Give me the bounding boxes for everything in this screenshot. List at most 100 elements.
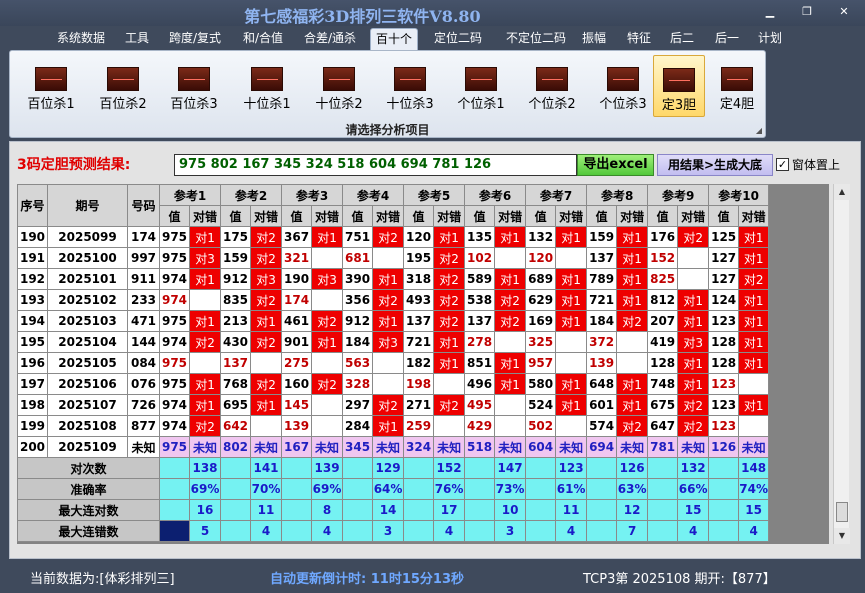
ribbon-button[interactable]: 个位杀3: [590, 55, 656, 117]
stats-value-cell: 15: [677, 499, 710, 521]
value-header: 值: [281, 205, 313, 227]
check-cell: 对2: [433, 310, 466, 332]
unknown-cell: 未知: [555, 436, 588, 458]
value-cell: 137: [586, 247, 618, 269]
chart-icon: [721, 67, 753, 91]
row-number: 997: [127, 247, 160, 269]
ribbon-button[interactable]: 定3胆: [653, 55, 705, 117]
check-cell: [616, 331, 649, 353]
table-row[interactable]: 198 2025107 726 974 对1 695 对1 145 297 对2 271 对2 495 5…: [17, 394, 770, 416]
stats-value-cell: 11: [250, 499, 283, 521]
value-cell: 430: [220, 331, 252, 353]
stats-value-cell: 14: [372, 499, 405, 521]
value-header: 值: [159, 205, 190, 227]
ribbon-button[interactable]: 个位杀2: [519, 55, 585, 117]
menu-item[interactable]: 特征: [620, 28, 658, 50]
value-cell: 642: [220, 415, 252, 437]
table-row[interactable]: 196 2025105 084 975 137 275 563 182 对1 851 对1 957 13…: [17, 352, 770, 374]
table-row[interactable]: 199 2025108 877 974 对2 642 139 284 对1 259 429 502 57…: [17, 415, 770, 437]
generate-base-button[interactable]: 用结果>生成大底: [657, 154, 773, 176]
ribbon-button[interactable]: 百位杀3: [161, 55, 227, 117]
row-number: 726: [127, 394, 160, 416]
table-row[interactable]: 194 2025103 471 975 对1 213 对1 461 对2 912 对1 137 对2 13…: [17, 310, 770, 332]
check-cell: 对1: [555, 394, 588, 416]
table-row[interactable]: 190 2025099 174 975 对1 175 对2 367 对1 751 对2 120 对1 13…: [17, 226, 770, 248]
menu-item[interactable]: 工具: [119, 28, 155, 50]
ribbon-button[interactable]: 定4胆: [709, 55, 765, 117]
check-cell: 对1: [250, 310, 283, 332]
value-cell: 127: [708, 247, 740, 269]
check-cell: [433, 373, 466, 395]
value-cell: 123: [708, 310, 740, 332]
menu-item[interactable]: 定位二码: [426, 28, 490, 50]
menu-item[interactable]: 振幅: [576, 28, 612, 50]
stats-spacer-cell: [220, 457, 252, 479]
menu-item[interactable]: 计划: [752, 28, 788, 50]
ribbon-button[interactable]: 百位杀2: [90, 55, 156, 117]
minimize-icon[interactable]: ▁: [760, 4, 780, 20]
check-cell: 对1: [494, 373, 527, 395]
scroll-up-icon[interactable]: ▲: [834, 184, 850, 200]
prediction-result-field[interactable]: 975 802 167 345 324 518 604 694 781 126: [174, 154, 577, 176]
table-row[interactable]: 197 2025106 076 975 对1 768 对2 160 对2 328 198 496 对1 5…: [17, 373, 770, 395]
stats-spacer-cell: [159, 478, 190, 500]
menu-item[interactable]: 跨度/复式: [163, 28, 227, 50]
ribbon-button[interactable]: 个位杀1: [448, 55, 514, 117]
ribbon-button-label: 百位杀1: [27, 97, 75, 112]
menu-item[interactable]: 系统数据: [52, 28, 110, 50]
check-cell: [188, 289, 222, 311]
check-cell: [677, 247, 710, 269]
vertical-scrollbar[interactable]: ▲ ▼: [833, 184, 850, 544]
menu-item[interactable]: 后一: [708, 28, 746, 50]
stats-value-cell: 123: [555, 457, 588, 479]
value-cell: 128: [708, 331, 740, 353]
value-cell: 975: [159, 226, 190, 248]
table-row[interactable]: 191 2025100 997 975 对3 159 对2 321 681 195 对2 102 120…: [17, 247, 770, 269]
value-cell: 184: [586, 310, 618, 332]
check-cell: [494, 415, 527, 437]
value-header: 值: [586, 205, 618, 227]
table-row[interactable]: 195 2025104 144 974 对2 430 对2 901 对1 184 对3 721 对1 27…: [17, 331, 770, 353]
table-row[interactable]: 192 2025101 911 974 对1 912 对3 190 对3 390 对1 318 对2 58…: [17, 268, 770, 290]
value-cell: 496: [464, 373, 496, 395]
table-row[interactable]: 193 2025102 233 974 835 对2 174 356 对2 493 对2 538 对2 6…: [17, 289, 770, 311]
stats-value-cell: 138: [188, 457, 222, 479]
value-cell: 675: [647, 394, 679, 416]
value-cell: 695: [220, 394, 252, 416]
export-excel-button[interactable]: 导出excel: [577, 154, 654, 176]
value-cell: 912: [220, 268, 252, 290]
restore-icon[interactable]: ❐: [797, 4, 817, 20]
check-cell: 对1: [555, 373, 588, 395]
prediction-table: 序号 期号 号码 参考1 参考2 参考3 参考4 参考5 参考6 参考7 参考8 参考9 参考10 值对错…: [17, 184, 770, 542]
ribbon-panel: 百位杀1 百位杀2 百位杀3 十位杀1 十位杀2 十位杀3 个位杀1 个位杀2 个位杀3 定3胆 定…: [9, 50, 766, 138]
ribbon-caption: 请选择分析项目: [345, 123, 430, 137]
value-cell: 975: [159, 310, 190, 332]
ribbon-button[interactable]: 十位杀2: [306, 55, 372, 117]
value-cell: 184: [342, 331, 374, 353]
value-cell: 159: [220, 247, 252, 269]
check-cell: 对1: [738, 352, 770, 374]
ribbon-button[interactable]: 百位杀1: [18, 55, 84, 117]
ribbon-button[interactable]: 十位杀1: [232, 55, 302, 117]
menu-item[interactable]: 和/合值: [236, 28, 290, 50]
window-topmost-toggle[interactable]: ✓ 窗体置上: [776, 154, 840, 174]
menu-item[interactable]: 百十个: [370, 28, 418, 50]
value-header: 值: [220, 205, 252, 227]
prediction-row[interactable]: 200 2025109 未知 975 未知 802 未知 167 未知 345 未知 324 未知 518…: [17, 436, 770, 458]
close-icon[interactable]: ✕: [834, 4, 854, 20]
stats-spacer-cell: [403, 478, 435, 500]
menu-item[interactable]: 不定位二码: [496, 28, 576, 50]
menu-item[interactable]: 后二: [664, 28, 700, 50]
scroll-thumb[interactable]: [836, 502, 848, 522]
scroll-down-icon[interactable]: ▼: [834, 528, 850, 544]
stats-spacer-cell: [647, 457, 679, 479]
stats-value-cell: 10: [494, 499, 527, 521]
check-header: 对错: [188, 205, 222, 227]
ribbon-button[interactable]: 十位杀3: [377, 55, 443, 117]
topmost-checkbox[interactable]: ✓: [776, 157, 789, 171]
value-cell: 318: [403, 268, 435, 290]
stats-value-cell: 152: [433, 457, 466, 479]
menu-item[interactable]: 合差/通杀: [298, 28, 362, 50]
check-cell: 对1: [494, 226, 527, 248]
ribbon-launcher-icon[interactable]: ◢: [756, 126, 762, 135]
